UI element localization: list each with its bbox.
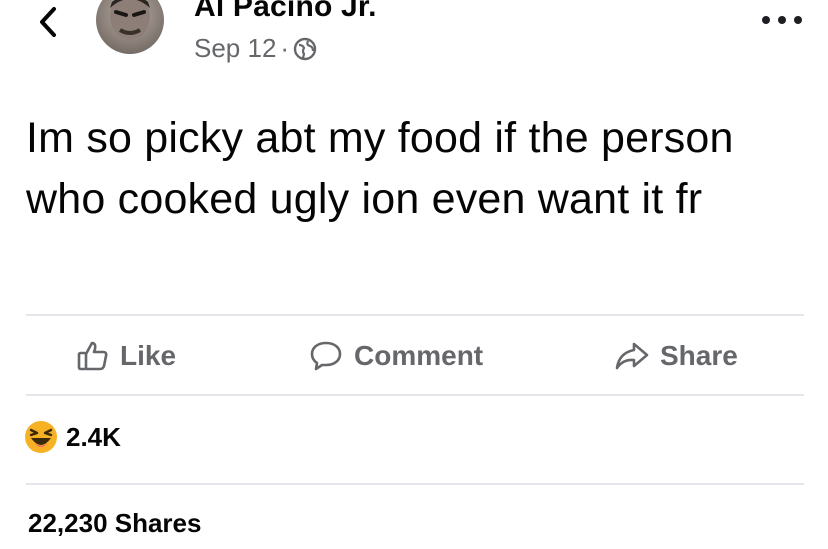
meta-separator: · <box>280 33 290 63</box>
share-button[interactable]: Share <box>614 318 738 394</box>
shares-count[interactable]: 22,230 Shares <box>28 508 201 539</box>
back-button[interactable] <box>30 4 66 40</box>
haha-reaction-icon <box>25 421 57 453</box>
more-dot <box>762 16 770 24</box>
comment-icon <box>310 341 342 371</box>
author-name[interactable]: Al Pacino Jr. <box>194 0 377 24</box>
post-date[interactable]: Sep 12 <box>194 33 276 64</box>
divider <box>26 483 804 485</box>
like-label: Like <box>120 340 177 371</box>
reactions-count: 2.4K <box>66 421 121 452</box>
reactions-summary[interactable]: 2.4K <box>24 420 121 454</box>
divider <box>26 314 804 316</box>
like-button[interactable]: Like <box>76 318 176 394</box>
more-dot <box>794 16 802 24</box>
chevron-left-icon <box>40 7 56 37</box>
post-meta: Sep 12 · <box>194 33 317 64</box>
more-options-button[interactable] <box>762 10 802 30</box>
comment-button[interactable]: Comment <box>308 318 483 394</box>
thumbs-up-icon <box>77 341 108 371</box>
avatar[interactable] <box>96 0 164 54</box>
more-dot <box>778 16 786 24</box>
action-bar: Like Comment Share <box>26 318 804 394</box>
post-text: Im so picky abt my food if the person wh… <box>26 114 734 223</box>
divider <box>26 394 804 396</box>
share-label: Share <box>660 340 738 371</box>
globe-icon <box>293 37 317 60</box>
comment-label: Comment <box>354 340 484 371</box>
avatar-image <box>110 0 150 40</box>
post-header: Al Pacino Jr. Sep 12 · <box>0 0 828 80</box>
share-arrow-icon <box>615 342 649 370</box>
